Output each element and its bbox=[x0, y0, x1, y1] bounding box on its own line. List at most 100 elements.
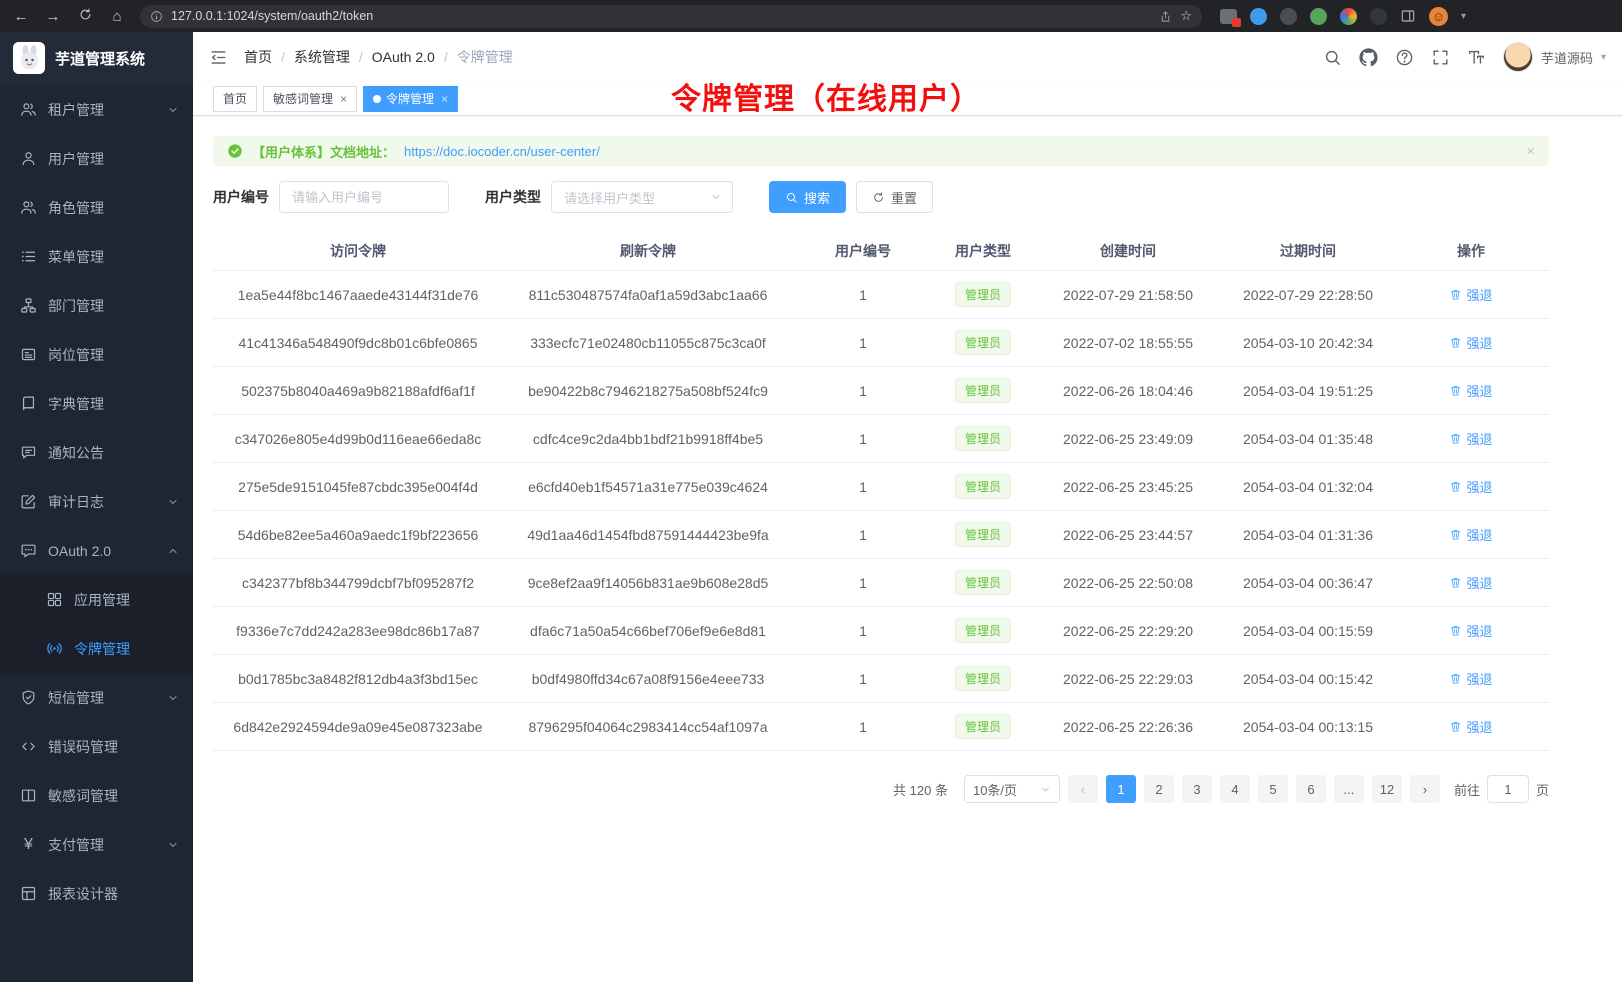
search-button[interactable]: 搜索 bbox=[769, 181, 846, 213]
trash-icon bbox=[1449, 480, 1462, 493]
doc-alert: 【用户体系】文档地址： https://doc.iocoder.cn/user-… bbox=[213, 136, 1549, 166]
page-size-value: 10条/页 bbox=[973, 780, 1017, 799]
browser-forward-button[interactable]: → bbox=[44, 8, 62, 25]
page-button-5[interactable]: 5 bbox=[1258, 775, 1288, 803]
force-logout-button[interactable]: 强退 bbox=[1449, 525, 1492, 544]
sidebar-item-oauth2-app[interactable]: 应用管理 bbox=[0, 575, 193, 624]
breadcrumb-system[interactable]: 系统管理 bbox=[294, 47, 350, 67]
user-type-select[interactable]: 请选择用户类型 bbox=[551, 181, 733, 213]
text-size-icon[interactable] bbox=[1467, 48, 1486, 67]
user-id-cell: 1 bbox=[793, 335, 933, 351]
sidebar-item-user[interactable]: 用户管理 bbox=[0, 134, 193, 183]
github-icon[interactable] bbox=[1359, 48, 1378, 67]
app-grid-icon bbox=[46, 591, 63, 608]
extension-icon[interactable] bbox=[1310, 8, 1327, 25]
extension-icon[interactable] bbox=[1280, 8, 1297, 25]
user-type-cell: 管理员 bbox=[933, 474, 1033, 499]
sidebar-item-sensitive-word[interactable]: 敏感词管理 bbox=[0, 771, 193, 820]
page-ellipsis-button[interactable]: ... bbox=[1334, 775, 1364, 803]
search-icon[interactable] bbox=[1323, 48, 1342, 67]
search-button-label: 搜索 bbox=[804, 188, 830, 207]
chevron-down-icon bbox=[1040, 784, 1051, 795]
extension-icon[interactable] bbox=[1340, 8, 1357, 25]
prev-page-button[interactable]: ‹ bbox=[1068, 775, 1098, 803]
browser-reload-button[interactable] bbox=[76, 7, 94, 26]
app-logo[interactable]: 芋道管理系统 bbox=[0, 32, 193, 84]
close-icon[interactable]: × bbox=[441, 92, 448, 106]
table-row: 502375b8040a469a9b82188afdf6af1f be90422… bbox=[213, 367, 1549, 415]
force-logout-label: 强退 bbox=[1466, 381, 1492, 400]
tab-sensitive-word[interactable]: 敏感词管理× bbox=[263, 86, 357, 112]
site-info-icon[interactable] bbox=[150, 10, 163, 23]
force-logout-button[interactable]: 强退 bbox=[1449, 717, 1492, 736]
force-logout-button[interactable]: 强退 bbox=[1449, 285, 1492, 304]
profile-caret-icon[interactable]: ▾ bbox=[1461, 11, 1466, 22]
token-table: 访问令牌 刷新令牌 用户编号 用户类型 创建时间 过期时间 操作 1ea5e44… bbox=[213, 231, 1549, 751]
force-logout-button[interactable]: 强退 bbox=[1449, 429, 1492, 448]
alert-close-icon[interactable]: × bbox=[1526, 143, 1535, 160]
sidebar-item-role[interactable]: 角色管理 bbox=[0, 183, 193, 232]
page-button-12[interactable]: 12 bbox=[1372, 775, 1402, 803]
extension-icon[interactable] bbox=[1370, 8, 1387, 25]
url-text[interactable]: 127.0.0.1:1024/system/oauth2/token bbox=[171, 9, 1151, 23]
page-button-6[interactable]: 6 bbox=[1296, 775, 1326, 803]
sidebar-item-menu[interactable]: 菜单管理 bbox=[0, 232, 193, 281]
page-button-3[interactable]: 3 bbox=[1182, 775, 1212, 803]
breadcrumb-oauth2[interactable]: OAuth 2.0 bbox=[372, 49, 435, 65]
fullscreen-icon[interactable] bbox=[1431, 48, 1450, 67]
force-logout-button[interactable]: 强退 bbox=[1449, 669, 1492, 688]
reset-button[interactable]: 重置 bbox=[856, 181, 933, 213]
sidebar-item-post[interactable]: 岗位管理 bbox=[0, 330, 193, 379]
alert-doc-link[interactable]: https://doc.iocoder.cn/user-center/ bbox=[404, 144, 600, 159]
chevron-down-icon bbox=[710, 191, 722, 203]
chevron-down-icon bbox=[167, 104, 179, 116]
sidebar-item-pay[interactable]: ¥支付管理 bbox=[0, 820, 193, 869]
extension-icon[interactable] bbox=[1250, 8, 1267, 25]
next-page-button[interactable]: › bbox=[1410, 775, 1440, 803]
sidebar-item-notice[interactable]: 通知公告 bbox=[0, 428, 193, 477]
page-size-select[interactable]: 10条/页 bbox=[964, 775, 1060, 803]
browser-home-button[interactable]: ⌂ bbox=[108, 8, 126, 25]
sidebar-item-sms[interactable]: 短信管理 bbox=[0, 673, 193, 722]
page-button-1[interactable]: 1 bbox=[1106, 775, 1136, 803]
sidebar-item-audit-log[interactable]: 审计日志 bbox=[0, 477, 193, 526]
action-cell: 强退 bbox=[1393, 285, 1549, 304]
chevron-down-icon bbox=[167, 692, 179, 704]
tab-home[interactable]: 首页 bbox=[213, 86, 257, 112]
access-token-cell: 1ea5e44f8bc1467aaede43144f31de76 bbox=[213, 287, 503, 303]
sidebar-item-error-code[interactable]: 错误码管理 bbox=[0, 722, 193, 771]
force-logout-button[interactable]: 强退 bbox=[1449, 381, 1492, 400]
tab-token[interactable]: 令牌管理× bbox=[363, 86, 458, 112]
sidebar-item-tenant[interactable]: 租户管理 bbox=[0, 85, 193, 134]
page-button-2[interactable]: 2 bbox=[1144, 775, 1174, 803]
created-cell: 2022-06-26 18:04:46 bbox=[1033, 383, 1223, 399]
sidebar-item-label: 令牌管理 bbox=[74, 639, 130, 659]
extension-icon[interactable] bbox=[1220, 9, 1237, 24]
force-logout-button[interactable]: 强退 bbox=[1449, 333, 1492, 352]
sidebar-item-oauth2[interactable]: OAuth 2.0 bbox=[0, 526, 193, 575]
force-logout-button[interactable]: 强退 bbox=[1449, 621, 1492, 640]
close-icon[interactable]: × bbox=[340, 92, 347, 106]
bookmark-star-icon[interactable]: ☆ bbox=[1180, 8, 1192, 24]
address-bar[interactable]: 127.0.0.1:1024/system/oauth2/token ☆ bbox=[140, 5, 1202, 28]
sidebar-toggle-icon[interactable] bbox=[1400, 8, 1416, 24]
help-icon[interactable] bbox=[1395, 48, 1414, 67]
share-icon[interactable] bbox=[1159, 10, 1172, 23]
force-logout-button[interactable]: 强退 bbox=[1449, 573, 1492, 592]
columns-icon bbox=[20, 787, 37, 804]
browser-profile-avatar[interactable]: ☺ bbox=[1429, 7, 1448, 26]
collapse-sidebar-button[interactable] bbox=[209, 48, 228, 67]
sidebar-item-dict[interactable]: 字典管理 bbox=[0, 379, 193, 428]
page-button-4[interactable]: 4 bbox=[1220, 775, 1250, 803]
user-menu[interactable]: 芋道源码 ▾ bbox=[1503, 42, 1606, 72]
user-id-input[interactable] bbox=[279, 181, 449, 213]
sidebar-item-oauth2-token[interactable]: 令牌管理 bbox=[0, 624, 193, 673]
sidebar-item-dept[interactable]: 部门管理 bbox=[0, 281, 193, 330]
browser-back-button[interactable]: ← bbox=[12, 8, 30, 25]
sidebar-item-report-designer[interactable]: 报表设计器 bbox=[0, 869, 193, 918]
trash-icon bbox=[1449, 288, 1462, 301]
action-cell: 强退 bbox=[1393, 333, 1549, 352]
goto-page-input[interactable] bbox=[1487, 775, 1529, 803]
force-logout-button[interactable]: 强退 bbox=[1449, 477, 1492, 496]
breadcrumb-home[interactable]: 首页 bbox=[244, 47, 272, 67]
